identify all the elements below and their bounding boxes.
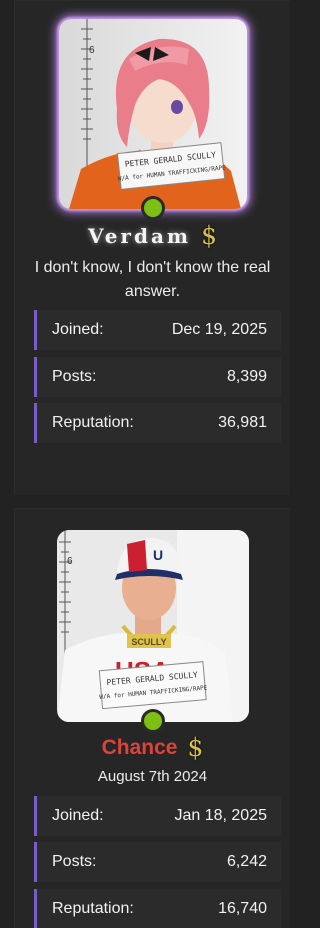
stat-label: Joined:	[52, 807, 104, 824]
avatar[interactable]: 6 PETER GERALD SCULLY W/A for HUMAN TRAF…	[58, 19, 247, 209]
stat-value: 36,981	[218, 414, 267, 431]
user-title: August 7th 2024	[97, 768, 208, 785]
stat-label: Posts:	[52, 368, 97, 385]
profile-card-chance: 6 USA U SCULLY PETER GERALD S	[14, 508, 290, 928]
stat-label: Posts:	[52, 853, 97, 870]
stat-reputation[interactable]: Reputation: 16,740	[34, 889, 281, 928]
avatar-image: 6 USA U SCULLY PETER GERALD S	[56, 530, 249, 722]
stat-posts[interactable]: Posts: 8,399	[34, 357, 281, 397]
chain-text: SCULLY	[131, 637, 166, 647]
svg-text:6: 6	[67, 556, 73, 567]
username-row: Chance $	[15, 735, 290, 760]
username[interactable]: Verdam	[88, 224, 191, 248]
stat-label: Reputation:	[52, 414, 134, 431]
online-status-indicator	[140, 709, 165, 733]
online-status-indicator	[140, 196, 165, 220]
svg-text:U: U	[153, 547, 163, 563]
avatar-frame[interactable]: 6 USA U SCULLY PETER GERALD S	[56, 530, 249, 733]
avatar-frame[interactable]: 6 PETER GERALD SCULLY W/A for HUMAN TRAF…	[58, 19, 247, 220]
svg-text:6: 6	[89, 45, 95, 56]
stat-posts[interactable]: Posts: 6,242	[34, 842, 281, 882]
user-title: I don't know, I don't know the real answ…	[34, 259, 271, 300]
stat-value: 6,242	[226, 853, 267, 870]
username-row: Verdam $	[15, 223, 290, 248]
stat-value: Dec 19, 2025	[171, 321, 267, 338]
stat-joined: Joined: Jan 18, 2025	[34, 796, 281, 836]
stat-reputation[interactable]: Reputation: 36,981	[34, 403, 281, 443]
avatar-image: 6 PETER GERALD SCULLY W/A for HUMAN TRAF…	[58, 19, 247, 209]
avatar[interactable]: 6 USA U SCULLY PETER GERALD S	[56, 530, 249, 722]
dollar-badge-icon: $	[187, 733, 204, 762]
username[interactable]: Chance	[102, 736, 178, 760]
stat-label: Joined:	[52, 321, 104, 338]
stat-value: 16,740	[218, 900, 267, 917]
stat-label: Reputation:	[52, 900, 134, 917]
stat-value: Jan 18, 2025	[174, 807, 267, 824]
stat-joined: Joined: Dec 19, 2025	[34, 310, 281, 350]
dollar-badge-icon: $	[201, 221, 217, 250]
stat-value: 8,399	[226, 368, 267, 385]
profile-card-verdam: 6 PETER GERALD SCULLY W/A for HUMAN TRAF…	[14, 0, 290, 495]
